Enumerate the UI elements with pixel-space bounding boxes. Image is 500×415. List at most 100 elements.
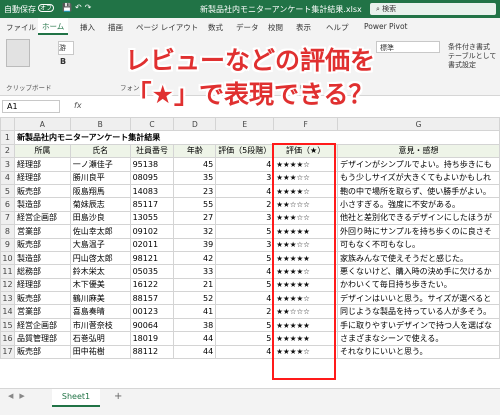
cell-department[interactable]: 経理部 bbox=[13, 170, 71, 185]
tab-view[interactable]: 表示 bbox=[296, 22, 311, 33]
cell-rating[interactable]: 2 bbox=[215, 197, 275, 212]
cell-name[interactable]: 木下優美 bbox=[69, 277, 131, 293]
cell-department[interactable]: 営業部 bbox=[13, 304, 71, 319]
tab-insert[interactable]: 挿入 bbox=[80, 22, 95, 33]
row-number[interactable]: 12 bbox=[0, 277, 15, 293]
cell-employee-id[interactable]: 13055 bbox=[129, 210, 175, 226]
header-cell[interactable]: 氏名 bbox=[69, 143, 131, 159]
cell-comment[interactable]: それなりにいいと思う。 bbox=[337, 344, 500, 360]
cell-age[interactable]: 23 bbox=[173, 183, 217, 199]
cell-age[interactable]: 41 bbox=[173, 304, 217, 319]
tab-formulas[interactable]: 数式 bbox=[208, 22, 223, 33]
cell-rating-stars[interactable]: ★★★★★ bbox=[273, 317, 338, 333]
cell-rating-stars[interactable]: ★★★☆☆ bbox=[273, 170, 338, 185]
cell-name[interactable]: 田中祐樹 bbox=[69, 344, 131, 360]
cell-age[interactable]: 45 bbox=[173, 157, 217, 172]
cell-rating-stars[interactable]: ★★★★★ bbox=[273, 277, 338, 293]
cell-rating[interactable]: 5 bbox=[215, 277, 275, 293]
cell-employee-id[interactable]: 08095 bbox=[129, 170, 175, 185]
cell-department[interactable]: 販売部 bbox=[13, 183, 71, 199]
number-format-select[interactable]: 標準 bbox=[376, 41, 440, 53]
cell-age[interactable]: 32 bbox=[173, 224, 217, 239]
row-number[interactable]: 11 bbox=[0, 264, 15, 279]
cell-age[interactable]: 21 bbox=[173, 277, 217, 293]
cell-department[interactable]: 営業部 bbox=[13, 224, 71, 239]
row-number[interactable]: 1 bbox=[0, 130, 15, 145]
cell-name[interactable]: 円山啓太郎 bbox=[69, 250, 131, 266]
conditional-format-button[interactable]: 条件付き書式 テーブルとして書式設定 bbox=[448, 43, 498, 70]
cell-name[interactable]: 喜島奏晴 bbox=[69, 304, 131, 319]
cell-department[interactable]: 経営企画部 bbox=[13, 210, 71, 226]
cell-comment[interactable]: デザインがシンプルでよい。持ち歩きにも bbox=[337, 157, 500, 172]
cell-rating[interactable]: 5 bbox=[215, 250, 275, 266]
cell-name[interactable]: 佐山幸太郎 bbox=[69, 224, 131, 239]
quick-access-icons[interactable]: 💾↶↷ bbox=[62, 3, 94, 12]
cell-employee-id[interactable]: 14083 bbox=[129, 183, 175, 199]
cell-employee-id[interactable]: 98121 bbox=[129, 250, 175, 266]
row-number[interactable]: 17 bbox=[0, 344, 15, 360]
tab-draw[interactable]: 描画 bbox=[108, 22, 123, 33]
header-cell[interactable]: 評価（★） bbox=[273, 143, 338, 159]
cell-rating[interactable]: 5 bbox=[215, 317, 275, 333]
column-header[interactable]: A bbox=[13, 116, 71, 132]
cell-comment[interactable]: 同じような製品を持っている人が多そう。 bbox=[337, 304, 500, 319]
cell-department[interactable]: 製造部 bbox=[13, 250, 71, 266]
row-number[interactable]: 5 bbox=[0, 183, 15, 199]
cell-rating-stars[interactable]: ★★★☆☆ bbox=[273, 210, 338, 226]
cell-rating[interactable]: 3 bbox=[215, 237, 275, 252]
cell-department[interactable]: 製造部 bbox=[13, 197, 71, 212]
header-cell[interactable]: 意見・感想 bbox=[337, 143, 500, 159]
cell-employee-id[interactable]: 95138 bbox=[129, 157, 175, 172]
tab-power-pivot[interactable]: Power Pivot bbox=[364, 22, 407, 31]
cell-employee-id[interactable]: 18019 bbox=[129, 331, 175, 346]
cell-age[interactable]: 38 bbox=[173, 317, 217, 333]
cell-rating-stars[interactable]: ★★☆☆☆ bbox=[273, 197, 338, 212]
spreadsheet-grid[interactable]: A B C D E F G 1 新製品社内モニターアンケート集計結果 2 所属 … bbox=[0, 116, 500, 360]
column-header[interactable]: C bbox=[129, 116, 175, 132]
tab-review[interactable]: 校閲 bbox=[268, 22, 283, 33]
cell-rating-stars[interactable]: ★★★★★ bbox=[273, 331, 338, 346]
cell-department[interactable]: 総務部 bbox=[13, 264, 71, 279]
add-sheet-button[interactable]: + bbox=[114, 391, 122, 402]
cell-rating-stars[interactable]: ★★★★☆ bbox=[273, 344, 338, 360]
row-number[interactable]: 2 bbox=[0, 143, 15, 159]
tab-home[interactable]: ホーム bbox=[38, 18, 69, 35]
row-number[interactable]: 15 bbox=[0, 317, 15, 333]
tab-help[interactable]: ヘルプ bbox=[326, 22, 349, 33]
cell-age[interactable]: 33 bbox=[173, 264, 217, 279]
cell-rating-stars[interactable]: ★★★★☆ bbox=[273, 291, 338, 306]
cell-rating[interactable]: 5 bbox=[215, 331, 275, 346]
tab-file[interactable]: ファイル bbox=[6, 22, 36, 33]
cell-employee-id[interactable]: 00123 bbox=[129, 304, 175, 319]
cell-department[interactable]: 品質管理部 bbox=[13, 331, 71, 346]
cell-department[interactable]: 販売部 bbox=[13, 344, 71, 360]
cell-rating-stars[interactable]: ★★★☆☆ bbox=[273, 237, 338, 252]
row-number[interactable]: 3 bbox=[0, 157, 15, 172]
cell-name[interactable]: 勝川良平 bbox=[69, 170, 131, 185]
row-number[interactable]: 4 bbox=[0, 170, 15, 185]
cell-rating[interactable]: 4 bbox=[215, 291, 275, 306]
cell-comment[interactable]: 外回り時にサンプルを持ち歩くのに良さそ bbox=[337, 224, 500, 239]
cell-department[interactable]: 経理部 bbox=[13, 277, 71, 293]
cell-age[interactable]: 39 bbox=[173, 237, 217, 252]
cell-age[interactable]: 44 bbox=[173, 344, 217, 360]
select-all-corner[interactable] bbox=[0, 116, 15, 132]
cell-comment[interactable]: 鞄の中で場所を取らず、使い勝手がよい。 bbox=[337, 183, 500, 199]
cell-rating-stars[interactable]: ★★★★☆ bbox=[273, 183, 338, 199]
cell-name[interactable]: 石巻弘明 bbox=[69, 331, 131, 346]
cell-comment[interactable]: 悪くないけど、購入時の決め手に欠けるか bbox=[337, 264, 500, 279]
cell-employee-id[interactable]: 88157 bbox=[129, 291, 175, 306]
header-cell[interactable]: 評価（5段階） bbox=[215, 143, 275, 159]
cell-employee-id[interactable]: 88112 bbox=[129, 344, 175, 360]
row-number[interactable]: 13 bbox=[0, 291, 15, 306]
cell-rating-stars[interactable]: ★★★★★ bbox=[273, 224, 338, 239]
cell-rating[interactable]: 4 bbox=[215, 264, 275, 279]
header-cell[interactable]: 所属 bbox=[13, 143, 71, 159]
cell-age[interactable]: 44 bbox=[173, 331, 217, 346]
column-header[interactable]: E bbox=[215, 116, 275, 132]
row-number[interactable]: 9 bbox=[0, 237, 15, 252]
row-number[interactable]: 6 bbox=[0, 197, 15, 212]
cell-comment[interactable]: かわいくて毎日持ち歩きたい。 bbox=[337, 277, 500, 293]
tab-page-layout[interactable]: ページ レイアウト bbox=[136, 22, 198, 33]
cell-comment[interactable]: 小さすぎる。強度に不安がある。 bbox=[337, 197, 500, 212]
